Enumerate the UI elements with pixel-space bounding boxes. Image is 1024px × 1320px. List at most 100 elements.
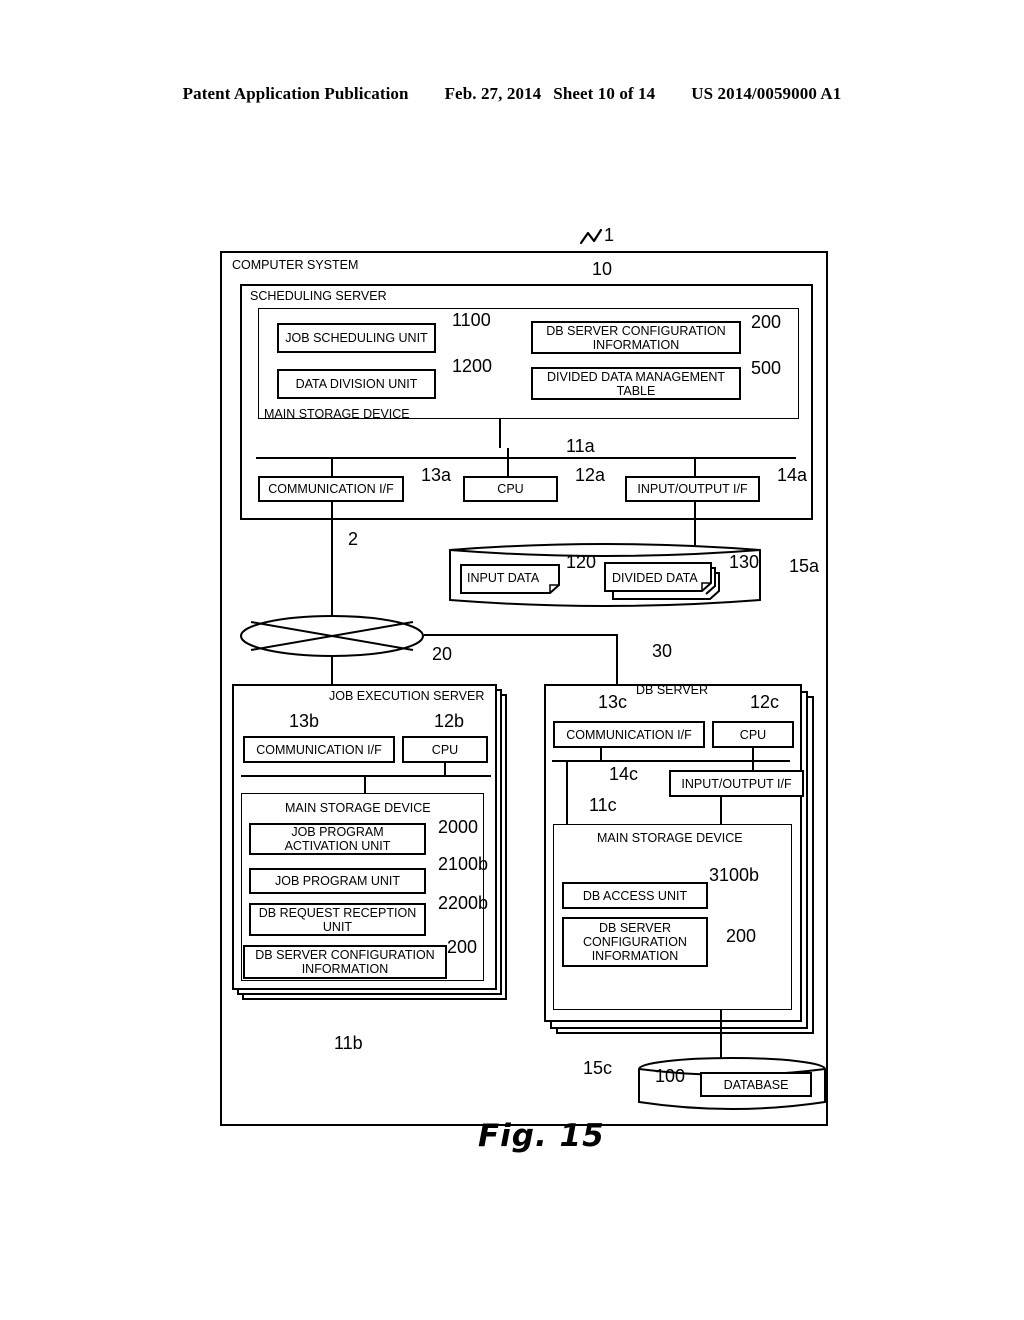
ref-scheduling-bus: 11a [566, 436, 595, 456]
job-server-bus-drop [364, 775, 366, 793]
cpu-c-stem [752, 748, 754, 760]
ref-cpu-c: 12c [750, 692, 780, 712]
communication-if-a-label: COMMUNICATION I/F [268, 482, 394, 496]
db-server-config-info-label-db: DB SERVER CONFIGURATION INFORMATION [583, 921, 687, 963]
db-access-unit-box: DB ACCESS UNIT [562, 882, 708, 909]
ref-storage-15c: 15c [583, 1058, 613, 1078]
job-server-bus-line [241, 775, 491, 777]
io-if-c-box: INPUT/OUTPUT I/F [669, 770, 804, 797]
db-server-config-info-box-job: DB SERVER CONFIGURATION INFORMATION [243, 945, 447, 979]
io-if-c-label: INPUT/OUTPUT I/F [681, 776, 792, 791]
db-server-bus-line [552, 760, 790, 762]
db-server-bus-left-drop [566, 760, 568, 824]
ref-network: 2 [348, 529, 359, 549]
sheet-number: Sheet 10 of 14 [553, 84, 656, 103]
communication-if-c-box: COMMUNICATION I/F [553, 721, 705, 748]
network-to-db-server-h [424, 634, 618, 636]
scheduling-bus-drop [499, 419, 501, 448]
job-scheduling-unit-box: JOB SCHEDULING UNIT [277, 323, 436, 353]
io-if-a-stem [694, 457, 696, 476]
patent-header: Patent Application Publication Feb. 27, … [0, 84, 1024, 104]
ref-db-server-config-info-sched: 200 [751, 312, 782, 332]
ref-data-division-unit: 1200 [452, 356, 493, 376]
communication-if-b-label: COMMUNICATION I/F [256, 742, 382, 757]
communication-if-b-box: COMMUNICATION I/F [243, 736, 395, 763]
data-division-unit-box: DATA DIVISION UNIT [277, 369, 436, 399]
ref-job-execution-server: 20 [432, 644, 453, 664]
ref-divided-data-management-table: 500 [751, 358, 782, 378]
figure-caption: Fig. 15 [478, 1118, 605, 1154]
ref-storage-15a: 15a [789, 556, 820, 576]
ref-database: 100 [655, 1066, 686, 1086]
ref-db-server-config-info-job: 200 [447, 937, 478, 957]
ref-io-if-c: 14c [609, 764, 639, 784]
job-program-unit-box: JOB PROGRAM UNIT [249, 868, 426, 894]
network-to-db-server-v [616, 634, 618, 688]
publication-date: Feb. 27, 2014 [444, 84, 542, 103]
comm-if-c-stem [600, 748, 602, 760]
patent-number: US 2014/0059000 A1 [691, 84, 842, 103]
ref-job-scheduling-unit: 1100 [452, 310, 491, 330]
db-request-reception-unit-box: DB REQUEST RECEPTION UNIT [249, 903, 426, 936]
cpu-c-label: CPU [739, 727, 767, 742]
cpu-c-box: CPU [712, 721, 794, 748]
ref-db-server-config-info-db: 200 [726, 926, 757, 946]
ref-computer-system: 1 [604, 225, 615, 245]
scheduling-bus-line [256, 457, 796, 459]
scheduling-main-storage-label: MAIN STORAGE DEVICE [264, 407, 410, 421]
ref-job-program-unit: 2100b [438, 854, 489, 874]
ref-communication-if-b: 13b [289, 711, 320, 731]
db-server-config-info-box-db: DB SERVER CONFIGURATION INFORMATION [562, 917, 708, 967]
input-data-label: INPUT DATA [467, 571, 540, 585]
db-server-label: DB SERVER [636, 683, 709, 697]
job-server-main-storage-label: MAIN STORAGE DEVICE [285, 801, 431, 815]
ref-divided-data: 130 [729, 552, 760, 572]
cpu-b-stem [444, 763, 446, 775]
divided-data-management-table-box: DIVIDED DATA MANAGEMENT TABLE [531, 367, 741, 400]
job-program-activation-unit-label: JOB PROGRAM ACTIVATION UNIT [284, 825, 391, 853]
ref-input-data: 120 [566, 552, 597, 572]
io-if-a-box: INPUT/OUTPUT I/F [625, 476, 760, 502]
cpu-a-stem [507, 448, 509, 476]
scheduling-server-label: SCHEDULING SERVER [250, 289, 387, 303]
communication-if-c-label: COMMUNICATION I/F [566, 727, 692, 742]
divided-data-label: DIVIDED DATA [612, 571, 698, 585]
ref-job-server-bus: 11b [334, 1033, 363, 1053]
publication-title: Patent Application Publication [182, 84, 409, 103]
cpu-b-label: CPU [431, 742, 459, 757]
cpu-a-box: CPU [463, 476, 558, 502]
db-request-reception-unit-label: DB REQUEST RECEPTION UNIT [258, 905, 417, 934]
comm-if-a-stem [331, 457, 333, 476]
ref-communication-if-c: 13c [598, 692, 628, 712]
io-if-c-to-bus [752, 760, 754, 770]
db-server-main-storage-label: MAIN STORAGE DEVICE [597, 831, 743, 845]
ref-job-program-activation-unit: 2000 [438, 817, 479, 837]
cpu-b-box: CPU [402, 736, 488, 763]
job-program-unit-label: JOB PROGRAM UNIT [274, 874, 400, 888]
divided-data-management-table-label: DIVIDED DATA MANAGEMENT TABLE [546, 369, 726, 398]
db-server-config-info-label-job: DB SERVER CONFIGURATION INFORMATION [255, 948, 435, 976]
job-program-activation-unit-box: JOB PROGRAM ACTIVATION UNIT [249, 823, 426, 855]
communication-if-a-box: COMMUNICATION I/F [258, 476, 404, 502]
ref-db-server: 30 [652, 641, 673, 661]
database-label: DATABASE [723, 1077, 789, 1092]
ref-communication-if-a: 13a [421, 465, 452, 485]
db-server-config-info-box-sched: DB SERVER CONFIGURATION INFORMATION [531, 321, 741, 354]
job-execution-server-label: JOB EXECUTION SERVER [329, 689, 485, 703]
ref-db-server-bus: 11c [589, 795, 617, 815]
ref-cpu-a: 12a [575, 465, 606, 485]
ref-scheduling-server: 10 [592, 259, 613, 279]
database-box: DATABASE [700, 1072, 812, 1097]
comm-if-a-to-network-line [331, 502, 333, 616]
cpu-a-label: CPU [497, 482, 524, 496]
computer-system-label: COMPUTER SYSTEM [232, 258, 359, 272]
ref-io-if-a: 14a [777, 465, 808, 485]
job-scheduling-unit-label: JOB SCHEDULING UNIT [285, 331, 428, 345]
data-division-unit-label: DATA DIVISION UNIT [295, 377, 418, 391]
network-ellipse [240, 615, 424, 657]
db-access-unit-label: DB ACCESS UNIT [582, 888, 688, 903]
io-if-a-label: INPUT/OUTPUT I/F [637, 482, 748, 496]
ref-db-access-unit: 3100b [709, 865, 760, 885]
ref-db-request-reception-unit: 2200b [438, 893, 489, 913]
db-server-config-info-label-sched: DB SERVER CONFIGURATION INFORMATION [546, 323, 726, 352]
